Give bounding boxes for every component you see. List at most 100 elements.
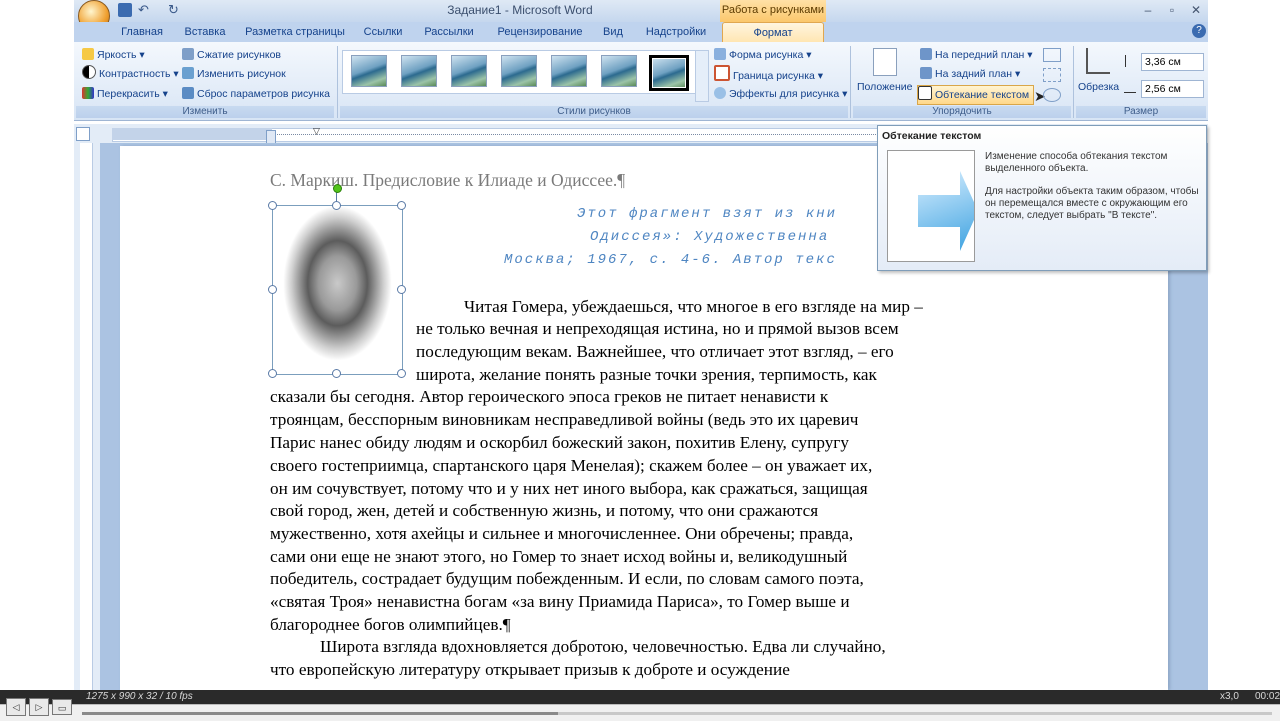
picture-style-thumb[interactable] [451,55,487,87]
reset-picture-icon [182,87,194,99]
epigraph-line: Одиссея»: Художественна [590,229,830,245]
homer-portrait-image[interactable] [272,205,403,375]
prev-frame-icon[interactable]: ◁ [6,698,26,716]
next-frame-icon[interactable]: ▷ [29,698,49,716]
zoom-readout: x3,0 [1220,691,1239,702]
compress-icon [182,48,194,60]
tab-format[interactable]: Формат [722,22,824,43]
width-field[interactable]: 2,56 см [1141,80,1204,98]
picture-style-thumb[interactable] [351,55,387,87]
shape-icon [714,48,726,60]
align-icon[interactable] [1043,48,1061,62]
paragraph-line: победитель, сострадает будущим побежденн… [270,569,864,588]
resize-handle[interactable] [268,285,277,294]
resize-handle[interactable] [397,369,406,378]
bring-front-icon [920,48,932,60]
undo-icon[interactable]: ↶ [138,2,149,18]
text-wrapping-button[interactable]: Обтекание текстом [917,85,1035,105]
recolor-button[interactable]: Перекрасить ▾ [82,85,168,103]
paragraph-line: Широта взгляда вдохновляется добротою, ч… [320,637,886,656]
tooltip-illustration [887,150,975,262]
text-wrapping-icon [918,86,932,100]
position-icon [873,48,897,76]
send-to-back-button[interactable]: На задний план ▾ [920,65,1020,83]
paragraph-line: своего гостеприимца, спартанского царя М… [270,456,873,475]
tab-selector[interactable] [76,127,90,141]
paragraph-line: Читая Гомера, убеждаешься, что многое в … [464,297,923,316]
compress-pictures-button[interactable]: Сжатие рисунков [182,46,281,64]
gallery-scroll[interactable] [695,50,709,102]
tab-addins[interactable]: Надстройки [640,22,712,42]
picture-style-thumb[interactable] [501,55,537,87]
resize-handle[interactable] [268,369,277,378]
help-icon[interactable]: ? [1192,24,1206,38]
border-icon [714,65,730,81]
picture-style-thumb[interactable] [601,55,637,87]
paragraph-line: «святая Троя» ненавистна богам «за вину … [270,592,850,611]
paragraph-line: мужественно, хотя ахейцы и сильнее и мно… [270,524,854,543]
paragraph-line: сказали бы сегодня. Автор героического э… [270,387,829,406]
crop-button[interactable]: Обрезка [1078,78,1119,96]
resize-handle[interactable] [397,285,406,294]
window-title: Задание1 - Microsoft Word [447,3,593,17]
rotation-handle[interactable] [333,184,342,193]
send-back-icon [920,67,932,79]
bring-to-front-button[interactable]: На передний план ▾ [920,46,1033,64]
tab-references[interactable]: Ссылки [356,22,410,42]
paragraph-line: что европейскую литературу открывает при… [270,660,790,679]
picture-border-button[interactable]: Граница рисунка ▾ [714,65,823,83]
group-label-size: Размер [1076,106,1206,118]
picture-style-thumb[interactable] [401,55,437,87]
redo-icon[interactable]: ↻ [168,2,179,18]
group-icon[interactable] [1043,68,1061,82]
crop-icon [1086,48,1110,74]
tab-insert[interactable]: Вставка [178,22,232,42]
change-picture-button[interactable]: Изменить рисунок [182,65,286,83]
context-tab-title: Работа с рисунками [720,0,826,22]
picture-shape-button[interactable]: Форма рисунка ▾ [714,46,812,64]
group-label-styles: Стили рисунков [340,106,848,118]
monitor-icon[interactable]: ▭ [52,699,72,715]
tab-review[interactable]: Рецензирование [490,22,590,42]
recolor-icon [82,87,94,99]
resize-handle[interactable] [397,201,406,210]
close-icon[interactable]: ✕ [1188,2,1204,18]
resize-handle[interactable] [332,369,341,378]
contrast-button[interactable]: Контрастность ▾ [82,65,179,83]
save-icon[interactable] [118,3,132,17]
paragraph-line: он им сочувствует, потому что и у них не… [270,479,868,498]
vertical-ruler[interactable] [80,143,93,690]
picture-effects-button[interactable]: Эффекты для рисунка ▾ [714,85,847,103]
brightness-button[interactable]: Яркость ▾ [82,46,145,64]
height-field[interactable]: 3,36 см [1141,53,1204,71]
group-separator [1073,46,1074,118]
tooltip-text: Для настройки объекта таким образом, что… [985,186,1199,221]
rotate-icon[interactable] [1043,88,1061,102]
resize-handle[interactable] [332,201,341,210]
picture-style-thumb[interactable] [551,55,587,87]
effects-icon [714,87,726,99]
tab-mailings[interactable]: Рассылки [418,22,480,42]
resize-handle[interactable] [268,201,277,210]
brightness-icon [82,48,94,60]
indent-marker[interactable] [266,130,276,144]
paragraph-line: благороднее богов олимпийцев.¶ [270,615,511,634]
tab-home[interactable]: Главная [110,22,174,42]
paragraph-line: свой город, жен, детей и собственную жиз… [270,501,819,520]
paragraph-line: Парис нанес обиду людям и оскорбил божес… [270,433,849,452]
contrast-icon [82,65,96,79]
paragraph-line: широта, желание понять разные точки зрен… [416,365,877,384]
maximize-icon[interactable]: ▫ [1164,2,1180,18]
reset-picture-button[interactable]: Сброс параметров рисунка [182,85,330,103]
paragraph-line: троянцам, бесспорным виновникам несправе… [270,410,859,429]
tab-page-layout[interactable]: Разметка страницы [240,22,350,42]
paragraph-line: не только вечная и непреходящая истина, … [416,319,899,338]
picture-style-thumb-selected[interactable] [649,55,689,91]
minimize-icon[interactable]: – [1140,2,1156,18]
group-label-arrange: Упорядочить [853,106,1071,118]
first-line-indent-icon[interactable]: ▽ [313,126,320,137]
position-button[interactable]: Положение [857,78,913,96]
video-info: 1275 x 990 x 32 / 10 fps [86,691,193,702]
tab-view[interactable]: Вид [598,22,628,42]
tooltip-title: Обтекание текстом [882,130,982,142]
